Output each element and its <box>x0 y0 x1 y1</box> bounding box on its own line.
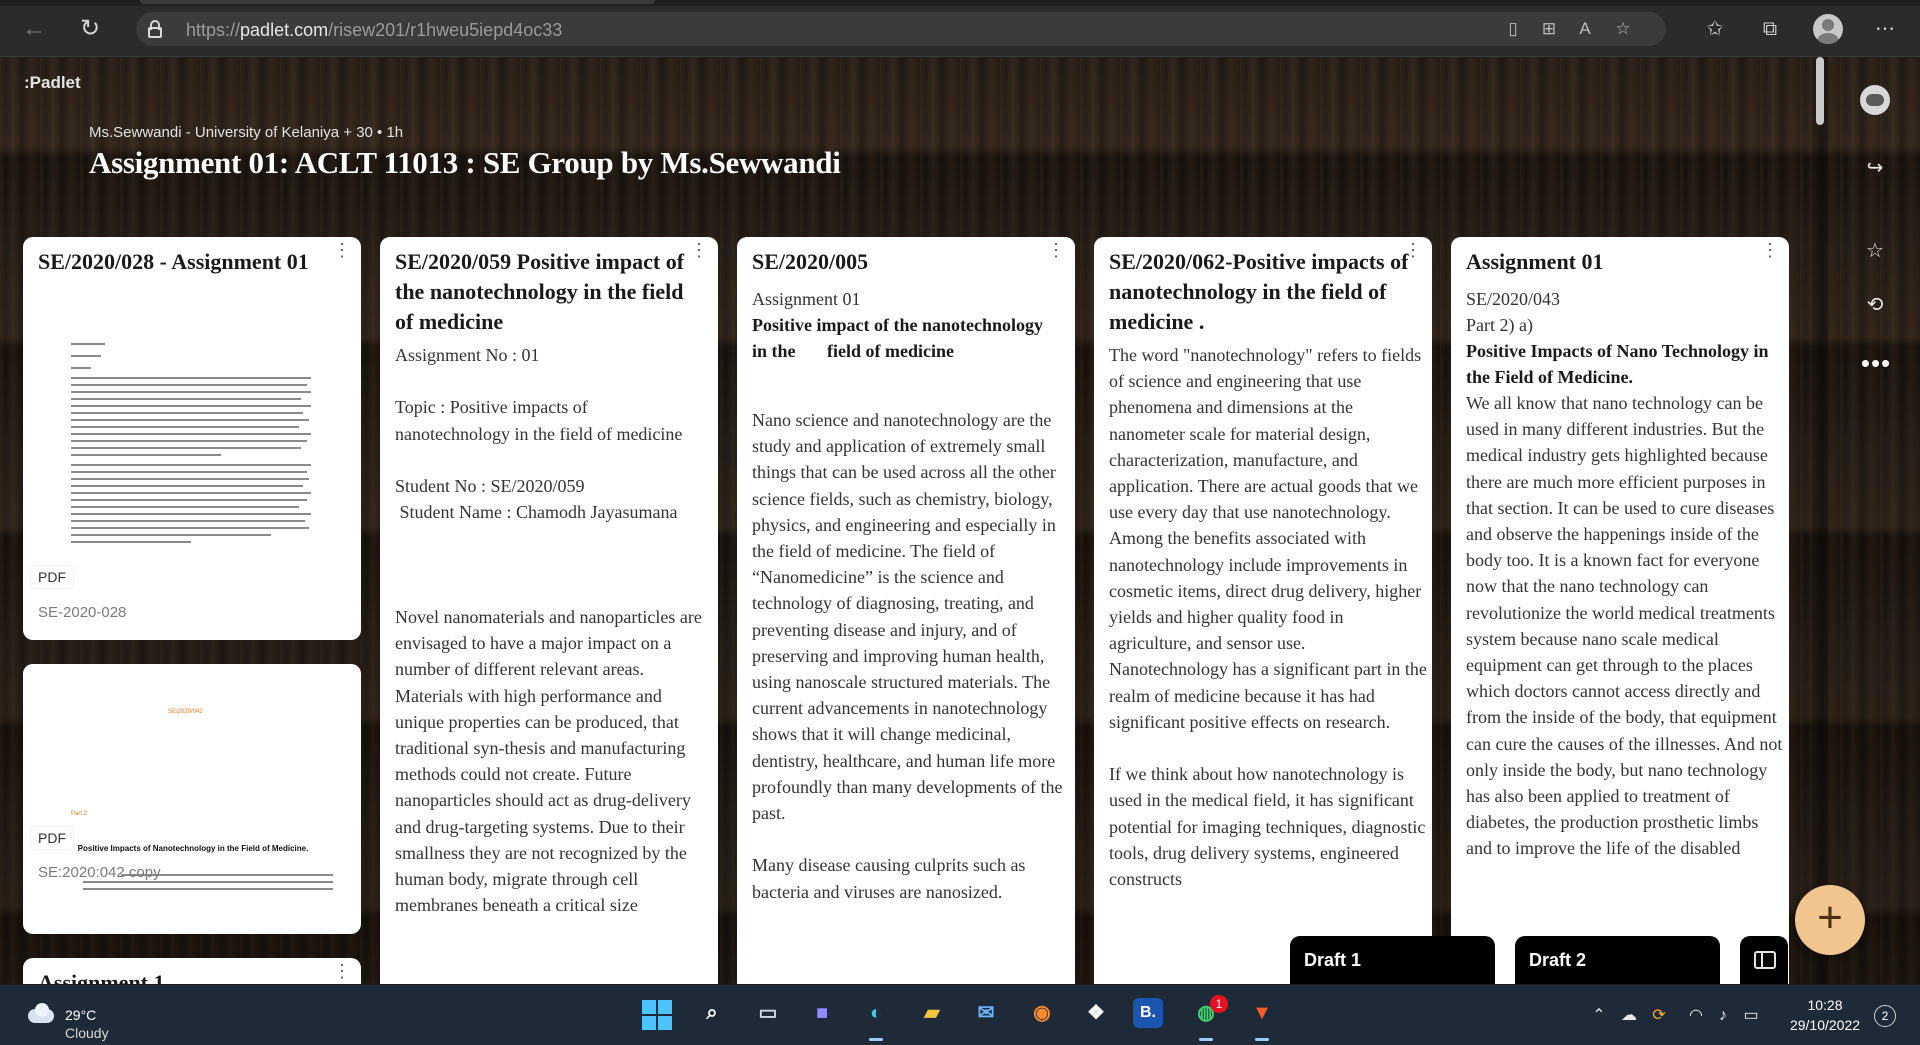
post-card-se-2020-043[interactable]: Assignment 01 ⋮ SE/2020/043 Part 2) a) P… <box>1451 237 1789 984</box>
profile-icon[interactable] <box>1813 14 1843 44</box>
url-text[interactable]: https://padlet.com/risew201/r1hweu5iepd4… <box>186 20 562 41</box>
post-card-se-2020-059[interactable]: SE/2020/059 Positive impact of the nanot… <box>380 237 718 984</box>
file-name: SE:2020:042 copy <box>38 864 161 881</box>
edge-icon[interactable]: ◐ <box>858 995 894 1031</box>
post-menu-icon[interactable]: ⋮ <box>1404 241 1422 269</box>
onedrive-icon[interactable]: ☁ <box>1618 1005 1640 1027</box>
post-menu-icon[interactable]: ⋮ <box>333 241 351 269</box>
pdf-badge: PDF <box>31 566 73 588</box>
read-aloud-icon[interactable]: A <box>1574 18 1596 40</box>
clock[interactable]: 10:28 29/10/2022 <box>1785 995 1865 1035</box>
draft-2[interactable]: Draft 2 <box>1515 936 1720 984</box>
active-tab[interactable] <box>140 0 655 4</box>
lock-icon[interactable] <box>148 20 162 38</box>
firefox-icon[interactable]: ◉ <box>1024 995 1060 1031</box>
scrollbar-thumb[interactable] <box>1816 57 1824 125</box>
more-icon[interactable]: ⋯ <box>1870 14 1900 44</box>
windows-taskbar: 29°C Cloudy ⌕ ▭ ■ ◐ ▰ ✉ ◉ ❖ B. ◍ 1 ▼ ⌃ ☁… <box>0 985 1920 1045</box>
whatsapp-badge: 1 <box>1210 995 1228 1013</box>
cloud-icon <box>24 1003 56 1023</box>
post-body: We all know that nano technology can be … <box>1466 393 1787 859</box>
post-title: SE/2020/005 <box>752 249 869 274</box>
post-menu-icon[interactable]: ⋮ <box>1047 241 1065 269</box>
more-options-icon[interactable]: ••• <box>1856 350 1896 376</box>
weather-condition: Cloudy <box>65 1025 109 1041</box>
post-title: SE/2020/028 - Assignment 01 <box>38 249 309 274</box>
post-subtitle: SE/2020/043 <box>1466 289 1561 309</box>
file-name: SE-2020-028 <box>38 604 127 621</box>
panel-icon <box>1754 951 1776 969</box>
add-post-button[interactable]: + <box>1795 885 1865 955</box>
back-icon[interactable]: ← <box>18 14 50 46</box>
teams-chat-icon[interactable]: ■ <box>804 995 840 1031</box>
draft-1[interactable]: Draft 1 <box>1290 936 1495 984</box>
thumb-part: Part 2 <box>71 811 88 817</box>
temperature: 29°C <box>65 1007 97 1023</box>
pdf-badge: PDF <box>31 827 73 849</box>
wifi-icon[interactable]: ◠ <box>1685 1005 1707 1027</box>
file-explorer-icon[interactable]: ▰ <box>914 995 950 1031</box>
task-view-icon[interactable]: ▭ <box>750 995 786 1031</box>
chevron-up-icon[interactable]: ⌃ <box>1588 1005 1610 1027</box>
address-bar[interactable]: https://padlet.com/risew201/r1hweu5iepd4… <box>136 12 1666 46</box>
weather-widget[interactable]: 29°C Cloudy <box>24 995 144 1041</box>
board-title: Assignment 01: ACLT 11013 : SE Group by … <box>89 145 841 180</box>
share-icon[interactable]: ↪ <box>1854 147 1896 189</box>
post-menu-icon[interactable]: ⋮ <box>333 962 351 984</box>
remake-icon[interactable]: ⟲ <box>1854 284 1896 326</box>
apps-icon[interactable]: ⊞ <box>1538 18 1560 40</box>
favorite-add-icon[interactable]: ☆ <box>1612 18 1634 40</box>
sync-icon[interactable]: ⟳ <box>1648 1005 1670 1027</box>
post-title: Assignment 01 <box>1466 249 1604 274</box>
mail-icon[interactable]: ✉ <box>968 995 1004 1031</box>
booking-icon[interactable]: B. <box>1133 998 1163 1028</box>
scrollbar-track[interactable] <box>1812 57 1828 984</box>
edge-active-indicator <box>869 1038 883 1041</box>
post-title: SE/2020/062-Positive impacts of nanotech… <box>1109 249 1409 334</box>
post-title: Assignment 1 <box>38 970 165 984</box>
whatsapp-active-indicator <box>1199 1038 1213 1041</box>
post-card-se-2020-062[interactable]: SE/2020/062-Positive impacts of nanotech… <box>1094 237 1432 984</box>
post-card-se-2020-005[interactable]: SE/2020/005 ⋮ Assignment 01 Positive imp… <box>737 237 1075 984</box>
reload-icon[interactable]: ↻ <box>74 14 106 46</box>
post-subtitle: Assignment 01 <box>752 289 861 309</box>
drafts-panel-toggle[interactable] <box>1740 936 1788 984</box>
notification-count[interactable]: 2 <box>1874 1005 1896 1027</box>
dropbox-icon[interactable]: ❖ <box>1078 995 1114 1031</box>
windows-start-icon[interactable] <box>642 1000 672 1030</box>
volume-icon[interactable]: ♪ <box>1712 1005 1734 1027</box>
tab-strip <box>0 0 1920 6</box>
post-bold-heading: Positive Impacts of Nano Technology in t… <box>1466 341 1774 388</box>
thumb-header: SE/2020/042 <box>168 709 203 715</box>
post-menu-icon[interactable]: ⋮ <box>1761 241 1779 269</box>
post-body: Nano science and nanotechnology are the … <box>752 410 1063 902</box>
post-card-se-2020-028[interactable]: SE/2020/028 - Assignment 01 ⋮ PDF SE-202… <box>23 237 361 640</box>
post-bold-heading: Positive impact of the nanotechnology in… <box>752 315 1048 362</box>
search-icon[interactable]: ⌕ <box>694 995 730 1031</box>
post-menu-icon[interactable]: ⋮ <box>690 241 708 269</box>
user-avatar-icon[interactable] <box>1860 85 1890 115</box>
post-title: SE/2020/059 Positive impact of the nanot… <box>395 249 685 334</box>
thumb-heading: Positive Impacts of Nanotechnology in th… <box>77 844 309 853</box>
reader-icon[interactable]: ▯ <box>1502 18 1524 40</box>
brave-active-indicator <box>1255 1038 1269 1041</box>
battery-icon[interactable]: ▭ <box>1740 1005 1762 1027</box>
favorites-icon[interactable]: ✩ <box>1700 14 1730 44</box>
star-icon[interactable]: ☆ <box>1854 230 1896 272</box>
post-body: Assignment No : 01 Topic : Positive impa… <box>395 345 702 916</box>
board-meta: Ms.Sewwandi - University of Kelaniya + 3… <box>89 124 404 141</box>
collections-icon[interactable]: ⧉ <box>1755 14 1785 44</box>
brave-icon[interactable]: ▼ <box>1244 995 1280 1031</box>
post-part: Part 2) a) <box>1466 315 1533 335</box>
post-card-se-2020-042[interactable]: ⋮ SE/2020/042 Part 2 Positive Impacts of… <box>23 664 361 934</box>
clock-time: 10:28 <box>1807 997 1843 1013</box>
post-card-assignment-1[interactable]: Assignment 1 ⋮ <box>23 958 361 984</box>
pdf-preview[interactable] <box>23 337 361 587</box>
clock-date: 29/10/2022 <box>1789 1017 1861 1033</box>
padlet-logo[interactable]: :Padlet <box>24 73 81 93</box>
browser-toolbar: ← ↻ https://padlet.com/risew201/r1hweu5i… <box>0 0 1920 57</box>
post-body: The word "nanotechnology" refers to fiel… <box>1109 345 1427 890</box>
padlet-board: :Padlet Ms.Sewwandi - University of Kela… <box>0 57 1920 984</box>
